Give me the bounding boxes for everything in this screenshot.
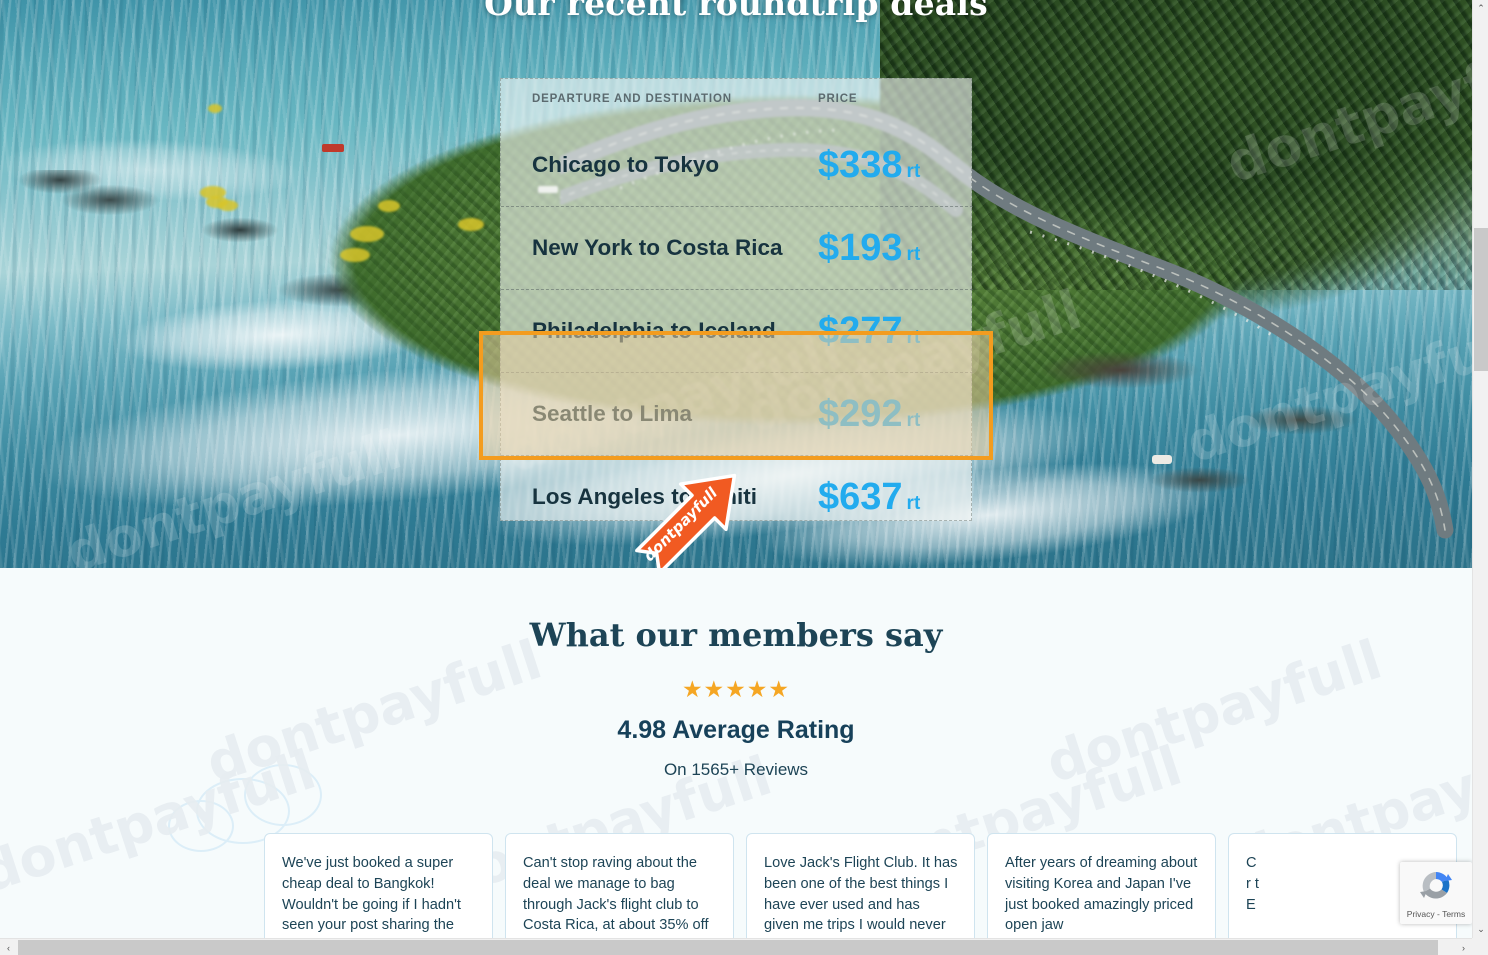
- vertical-scrollbar-thumb[interactable]: [1474, 228, 1488, 371]
- reviews-heading: What our members say: [529, 616, 943, 654]
- deal-price-unit: rt: [906, 327, 921, 348]
- deals-table-header: DEPARTURE AND DESTINATION PRICE: [501, 79, 971, 123]
- review-text: C r t E: [1246, 855, 1259, 913]
- vehicle-white: [1152, 455, 1172, 464]
- review-card[interactable]: Can't stop raving about the deal we mana…: [505, 833, 734, 938]
- horizontal-scrollbar[interactable]: ‹ ›: [0, 938, 1472, 955]
- scroll-left-arrow-icon[interactable]: ‹: [0, 939, 17, 955]
- scroll-down-arrow-icon[interactable]: ⌄: [1473, 921, 1488, 938]
- cursor-pointer-arrow: dontpayfull: [612, 466, 772, 568]
- scroll-up-arrow-icon[interactable]: ⌃: [1473, 0, 1488, 17]
- flowering-bush: [350, 226, 384, 242]
- flowering-bush: [340, 248, 370, 262]
- deal-route: Seattle to Lima: [532, 401, 693, 426]
- column-header-departure: DEPARTURE AND DESTINATION: [532, 93, 732, 105]
- reviews-section: dontpayfull dontpayfull dontpayfull dont…: [0, 568, 1472, 938]
- review-text: After years of dreaming about visiting K…: [1005, 855, 1198, 934]
- recaptcha-badge[interactable]: Privacy - Terms: [1400, 862, 1472, 924]
- star-rating-icons: ★★★★★: [681, 676, 791, 702]
- deal-route: Chicago to Tokyo: [532, 151, 720, 177]
- page-viewport: dontpayfull dontpayfull dontpayfull dont…: [0, 0, 1472, 938]
- hero-title: Our recent roundtrip deals: [484, 0, 988, 23]
- flowering-bush: [378, 200, 400, 212]
- vertical-scrollbar[interactable]: ⌃ ⌄: [1472, 0, 1488, 938]
- average-rating: 4.98 Average Rating: [617, 716, 855, 744]
- deal-row-newyork-costarica[interactable]: New York to Costa Rica $193 rt: [501, 206, 973, 289]
- review-card[interactable]: After years of dreaming about visiting K…: [987, 833, 1216, 938]
- deal-price: $193 rt: [818, 227, 921, 269]
- deal-price: $637 rt: [818, 476, 921, 518]
- vehicle-red: [322, 144, 344, 152]
- deal-row-philadelphia-iceland[interactable]: Philadelphia to Iceland $277 rt: [501, 289, 973, 372]
- deal-price: $338 rt: [818, 143, 921, 186]
- review-text: Can't stop raving about the deal we mana…: [523, 855, 709, 934]
- browser-page: dontpayfull dontpayfull dontpayfull dont…: [0, 0, 1488, 955]
- deal-row-seattle-lima[interactable]: Seattle to Lima $292 rt: [501, 372, 973, 455]
- deal-price-unit: rt: [906, 160, 921, 182]
- column-header-price: PRICE: [818, 93, 858, 105]
- deals-table: DEPARTURE AND DESTINATION PRICE Chicago …: [500, 78, 973, 521]
- deal-route: Philadelphia to Iceland: [532, 318, 776, 343]
- deal-route: New York to Costa Rica: [532, 235, 783, 260]
- flowering-bush: [208, 104, 222, 113]
- flowering-bush: [218, 200, 238, 211]
- scroll-right-arrow-icon[interactable]: ›: [1455, 939, 1472, 955]
- recaptcha-privacy-terms-link[interactable]: Privacy - Terms: [1400, 909, 1472, 919]
- recaptcha-icon: [1418, 868, 1454, 904]
- deal-price: $277 rt: [818, 310, 921, 352]
- deal-price: $292 rt: [818, 393, 921, 435]
- review-card[interactable]: Love Jack's Flight Club. It has been one…: [746, 833, 975, 938]
- horizontal-scrollbar-thumb[interactable]: [18, 940, 1438, 955]
- deal-price-unit: rt: [906, 410, 921, 431]
- flowering-bush: [458, 218, 484, 231]
- review-count: On 1565+ Reviews: [663, 760, 809, 779]
- deal-price-unit: rt: [906, 244, 921, 265]
- deal-row-chicago-tokyo[interactable]: Chicago to Tokyo $338 rt: [501, 123, 973, 206]
- deal-price-unit: rt: [906, 493, 921, 514]
- review-card[interactable]: We've just booked a super cheap deal to …: [264, 833, 493, 938]
- hero-section: dontpayfull dontpayfull dontpayfull dont…: [0, 0, 1472, 568]
- reviews-carousel[interactable]: We've just booked a super cheap deal to …: [0, 833, 1472, 938]
- review-text: We've just booked a super cheap deal to …: [282, 855, 461, 934]
- scrollbar-corner: [1472, 938, 1488, 955]
- review-text: Love Jack's Flight Club. It has been one…: [764, 855, 958, 934]
